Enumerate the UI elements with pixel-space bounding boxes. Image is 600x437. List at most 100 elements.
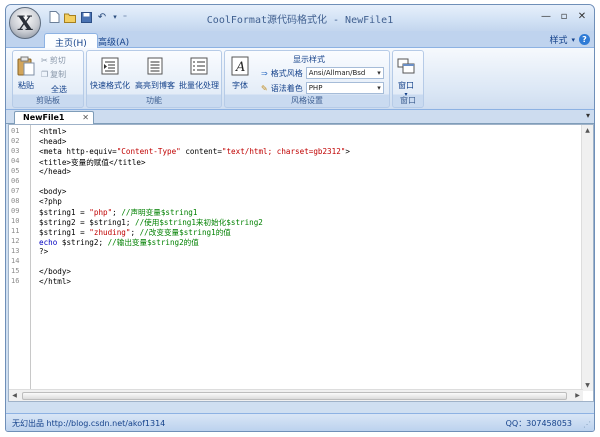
code-string: "Content-Type" <box>116 147 181 156</box>
syntax-color-value: PHP <box>308 84 323 92</box>
minimize-icon[interactable]: — <box>538 9 554 23</box>
paste-icon <box>16 55 36 77</box>
batch-process-icon <box>189 55 209 77</box>
format-style-label: 格式风格 <box>270 68 303 78</box>
horizontal-scroll-thumb[interactable] <box>22 392 567 400</box>
highlight-blog-icon <box>145 55 165 77</box>
scroll-down-icon[interactable]: ▼ <box>582 380 593 391</box>
format-style-select[interactable]: Ansi/Allman/Bsd ▾ <box>305 67 384 79</box>
code-string: "php" <box>89 208 113 217</box>
copy-icon: ❐ <box>41 70 49 79</box>
line-number: 11 <box>11 227 20 235</box>
status-qq: QQ：307458053 <box>505 419 572 428</box>
line-number: 08 <box>11 197 20 205</box>
quick-format-label: 快速格式化 <box>90 81 130 90</box>
style-menu[interactable]: 样式 <box>549 33 567 46</box>
code-token: > <box>345 147 350 156</box>
line-number-gutter: 01 02 03 04 05 06 07 08 09 10 11 12 13 1… <box>9 125 31 401</box>
line-number: 03 <box>11 147 20 155</box>
group-style-settings: A 字体 显示样式 ⇒ 格式风格 Ansi/Allman/Bsd ▾ ✎ 语法着… <box>224 50 390 108</box>
help-icon[interactable]: ? <box>579 34 590 45</box>
close-tab-icon[interactable]: ✕ <box>82 113 89 122</box>
select-all-button[interactable]: 全选 <box>51 84 67 95</box>
window-button[interactable]: 窗口 ▾ <box>396 55 416 98</box>
code-token: ; <box>112 208 122 217</box>
line-number: 13 <box>11 247 20 255</box>
scroll-right-icon[interactable]: ▶ <box>572 390 583 401</box>
vertical-scrollbar[interactable]: ▲ ▼ <box>581 125 593 391</box>
display-style-heading: 显示样式 <box>293 55 325 64</box>
code-token: $string2 = $string1; <box>39 218 136 227</box>
code-line: <meta http-equiv="Content-Type" content=… <box>39 147 350 156</box>
status-bar: 无幻出品 http://blog.csdn.net/akof1314 QQ：30… <box>6 413 594 431</box>
ribbon: 粘贴 ✂ 剪切 ❐ 复制 全选 剪贴板 快速格式化 高亮到博客 批量化处理 功能… <box>6 48 594 110</box>
line-number: 06 <box>11 177 20 185</box>
cut-button[interactable]: ✂ 剪切 <box>41 55 66 66</box>
group-function: 快速格式化 高亮到博客 批量化处理 功能 <box>86 50 222 108</box>
batch-process-button[interactable]: 批量化处理 <box>179 55 219 91</box>
app-logo-icon: X <box>17 11 33 35</box>
tab-advanced[interactable]: 高级(A) <box>88 33 139 48</box>
document-list-dropdown-icon[interactable]: ▾ <box>586 111 590 120</box>
resize-grip-icon[interactable]: ⋰ <box>583 420 591 429</box>
syntax-color-label: 语法着色 <box>270 83 303 93</box>
line-number: 10 <box>11 217 20 225</box>
code-keyword: echo <box>39 238 58 247</box>
code-editor[interactable]: 01 02 03 04 05 06 07 08 09 10 11 12 13 1… <box>8 124 594 402</box>
app-menu-button[interactable]: X <box>9 7 41 39</box>
code-comment: //输出变量$string2的值 <box>107 238 199 247</box>
code-line: echo $string2; //输出变量$string2的值 <box>39 237 199 248</box>
format-style-row: ⇒ 格式风格 Ansi/Allman/Bsd ▾ <box>261 67 384 79</box>
paste-button[interactable]: 粘贴 <box>16 55 36 91</box>
window-title: CoolFormat源代码格式化 - NewFile1 <box>206 15 394 26</box>
code-line: ?> <box>39 247 49 256</box>
maximize-icon[interactable]: ▫ <box>556 9 572 23</box>
syntax-color-select[interactable]: PHP ▾ <box>305 82 384 94</box>
batch-process-label: 批量化处理 <box>179 81 219 90</box>
code-line: <body> <box>39 187 67 196</box>
svg-text:A: A <box>235 60 245 75</box>
code-line: </html> <box>39 277 72 286</box>
document-tab-label: NewFile1 <box>23 113 65 122</box>
style-dropdown-icon[interactable]: ▾ <box>571 36 575 44</box>
window-icon <box>396 55 416 77</box>
format-style-dropdown-icon: ▾ <box>377 69 381 77</box>
line-number: 07 <box>11 187 20 195</box>
line-number: 02 <box>11 137 20 145</box>
code-token: ; <box>130 228 140 237</box>
code-line: </body> <box>39 267 72 276</box>
line-number: 05 <box>11 167 20 175</box>
font-button[interactable]: A 字体 <box>230 55 250 91</box>
code-string: "text/html; charset=gb2312" <box>221 147 346 156</box>
format-style-value: Ansi/Allman/Bsd <box>308 69 366 77</box>
code-line: </head> <box>39 167 72 176</box>
syntax-pen-icon: ✎ <box>261 83 268 93</box>
ribbon-tabs: 主页(H) 高级(A) 样式 ▾ ? <box>6 31 594 49</box>
status-credit: 无幻出品 http://blog.csdn.net/akof1314 <box>12 419 166 428</box>
code-comment: //使用$string1来初始化$string2 <box>135 218 263 227</box>
code-line: <?php <box>39 197 62 206</box>
close-icon[interactable]: ✕ <box>574 9 590 23</box>
cut-label: 剪切 <box>49 56 66 65</box>
window-label: 窗口 <box>398 81 414 90</box>
group-clipboard: 粘贴 ✂ 剪切 ❐ 复制 全选 剪贴板 <box>12 50 84 108</box>
scroll-left-icon[interactable]: ◀ <box>9 390 20 401</box>
line-number: 15 <box>11 267 20 275</box>
quick-format-icon <box>100 55 120 77</box>
line-number: 12 <box>11 237 20 245</box>
line-number: 14 <box>11 257 20 265</box>
title-bar: ↶ ▾ ⁼ CoolFormat源代码格式化 - NewFile1 — ▫ ✕ <box>6 5 594 31</box>
highlight-blog-label: 高亮到博客 <box>135 81 175 90</box>
line-number: 01 <box>11 127 20 135</box>
scissors-icon: ✂ <box>41 56 48 65</box>
document-tab-newfile1[interactable]: NewFile1 ✕ <box>14 111 94 124</box>
scroll-up-icon[interactable]: ▲ <box>582 125 593 136</box>
format-arrow-icon: ⇒ <box>261 68 268 78</box>
quick-format-button[interactable]: 快速格式化 <box>90 55 130 91</box>
highlight-blog-button[interactable]: 高亮到博客 <box>135 55 175 91</box>
horizontal-scrollbar[interactable]: ◀ ▶ <box>9 389 583 401</box>
code-token: $string1 = <box>39 208 90 217</box>
app-window: ↶ ▾ ⁼ CoolFormat源代码格式化 - NewFile1 — ▫ ✕ … <box>5 4 595 432</box>
copy-button[interactable]: ❐ 复制 <box>41 69 66 80</box>
copy-label: 复制 <box>50 70 67 79</box>
